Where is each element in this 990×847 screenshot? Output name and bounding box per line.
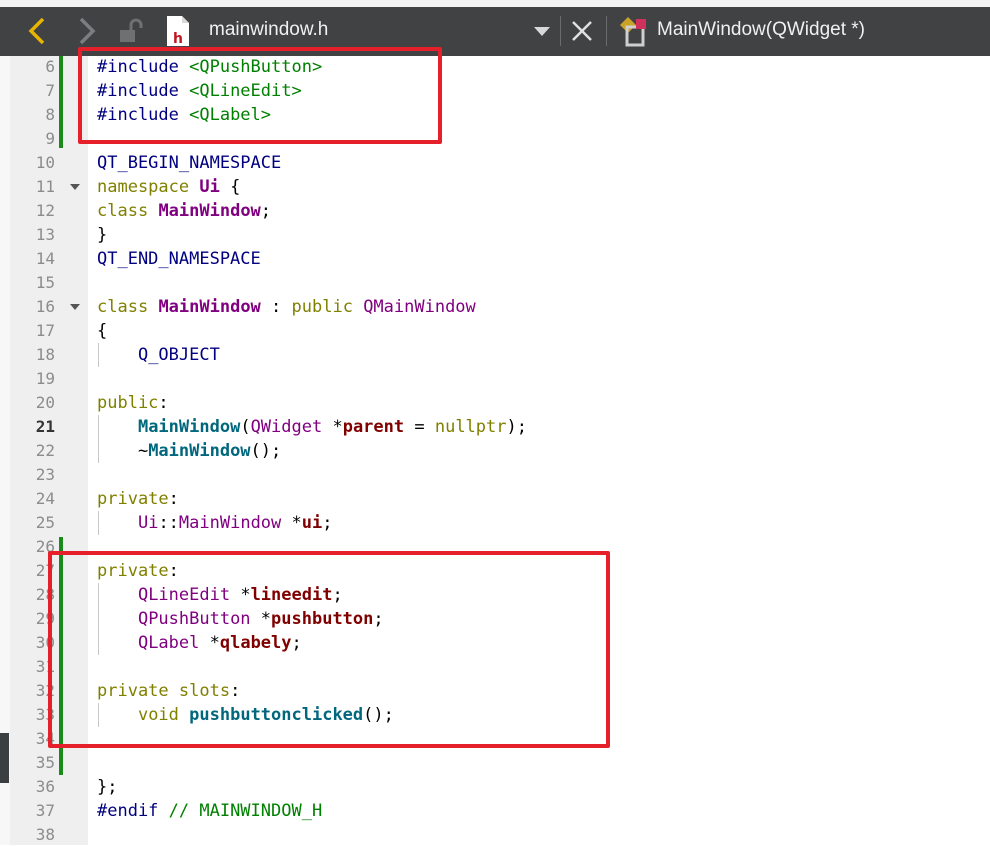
code-line[interactable]: 18 Q_OBJECT — [0, 343, 990, 367]
code-text: ~MainWindow(); — [97, 441, 282, 461]
line-number: 27 — [35, 561, 55, 580]
code-line[interactable]: 36}; — [0, 775, 990, 799]
code-line[interactable]: 13} — [0, 223, 990, 247]
line-number: 24 — [35, 489, 55, 508]
line-number: 11 — [35, 177, 55, 196]
code-line[interactable]: 20 public: — [0, 391, 990, 415]
code-text: namespace Ui { — [97, 177, 241, 197]
line-number: 17 — [35, 321, 55, 340]
code-text: class MainWindow; — [97, 201, 272, 221]
line-number: 33 — [35, 705, 55, 724]
close-icon[interactable] — [568, 14, 596, 48]
code-line[interactable]: 10 QT_BEGIN_NAMESPACE — [0, 151, 990, 175]
line-number: 10 — [35, 153, 55, 172]
line-number: 13 — [35, 225, 55, 244]
line-number: 35 — [35, 753, 55, 772]
fold-arrow-icon[interactable] — [70, 184, 80, 190]
code-line[interactable]: 16 class MainWindow : public QMainWindow — [0, 295, 990, 319]
code-line[interactable]: 37 #endif // MAINWINDOW_H — [0, 799, 990, 823]
line-number: 18 — [35, 345, 55, 364]
code-text: }; — [97, 777, 118, 797]
code-line[interactable]: 15 — [0, 271, 990, 295]
code-line[interactable]: 22 ~MainWindow(); — [0, 439, 990, 463]
code-line[interactable]: 38 — [0, 823, 990, 847]
toolbar-separator — [560, 16, 561, 46]
line-number: 26 — [35, 537, 55, 556]
window-top-strip — [0, 0, 990, 7]
file-name-label[interactable]: mainwindow.h — [209, 19, 328, 41]
line-number: 15 — [35, 273, 55, 292]
code-text: Ui::MainWindow *ui; — [137, 513, 333, 533]
class-symbol-icon — [617, 14, 653, 48]
code-line[interactable]: 25 Ui::MainWindow *ui; — [0, 511, 990, 535]
line-number: 6 — [45, 57, 55, 76]
code-line[interactable]: 12 class MainWindow; — [0, 199, 990, 223]
line-number: 31 — [35, 657, 55, 676]
code-text: #endif // MAINWINDOW_H — [97, 801, 323, 821]
unlock-icon[interactable] — [112, 14, 148, 48]
fold-arrow-icon[interactable] — [70, 304, 80, 310]
code-line[interactable]: 35 — [0, 751, 990, 775]
line-number: 23 — [35, 465, 55, 484]
line-number: 38 — [35, 825, 55, 844]
forward-arrow-icon[interactable] — [66, 14, 106, 48]
code-text: Q_OBJECT — [137, 345, 220, 365]
code-text: { — [97, 321, 108, 341]
code-line[interactable]: 17 { — [0, 319, 990, 343]
line-number: 9 — [45, 129, 55, 148]
line-number: 36 — [35, 777, 55, 796]
code-line[interactable]: 14 QT_END_NAMESPACE — [0, 247, 990, 271]
line-number: 28 — [35, 585, 55, 604]
line-number: 34 — [35, 729, 55, 748]
members-highlight-box — [48, 551, 610, 748]
line-number: 29 — [35, 609, 55, 628]
code-line[interactable]: 23 — [0, 463, 990, 487]
line-number: 21 — [35, 417, 55, 436]
code-text: } — [97, 225, 108, 245]
line-number: 19 — [35, 369, 55, 388]
dropdown-icon[interactable] — [530, 14, 554, 48]
line-number: 20 — [35, 393, 55, 412]
code-text: QT_END_NAMESPACE — [97, 249, 261, 269]
line-number: 8 — [45, 105, 55, 124]
svg-text:h: h — [173, 31, 183, 47]
code-line[interactable]: 24 private: — [0, 487, 990, 511]
code-text: class MainWindow : public QMainWindow — [97, 297, 476, 317]
include-highlight-box — [78, 47, 442, 144]
code-text: QT_BEGIN_NAMESPACE — [97, 153, 282, 173]
line-number: 16 — [35, 297, 55, 316]
code-text: private: — [97, 489, 179, 509]
line-number: 14 — [35, 249, 55, 268]
toolbar-separator — [606, 16, 607, 46]
line-number: 30 — [35, 633, 55, 652]
header-file-icon: h — [162, 14, 194, 48]
symbol-label[interactable]: MainWindow(QWidget *) — [657, 19, 865, 41]
back-arrow-icon[interactable] — [18, 14, 58, 48]
line-number: 37 — [35, 801, 55, 820]
line-number: 7 — [45, 81, 55, 100]
line-number: 12 — [35, 201, 55, 220]
line-number: 25 — [35, 513, 55, 532]
line-number: 22 — [35, 441, 55, 460]
code-text: public: — [97, 393, 169, 413]
line-number: 32 — [35, 681, 55, 700]
code-line[interactable]: 19 — [0, 367, 990, 391]
code-line[interactable]: 11 namespace Ui { — [0, 175, 990, 199]
code-line[interactable]: 21 MainWindow(QWidget *parent = nullptr)… — [0, 415, 990, 439]
code-text: MainWindow(QWidget *parent = nullptr); — [137, 417, 527, 437]
